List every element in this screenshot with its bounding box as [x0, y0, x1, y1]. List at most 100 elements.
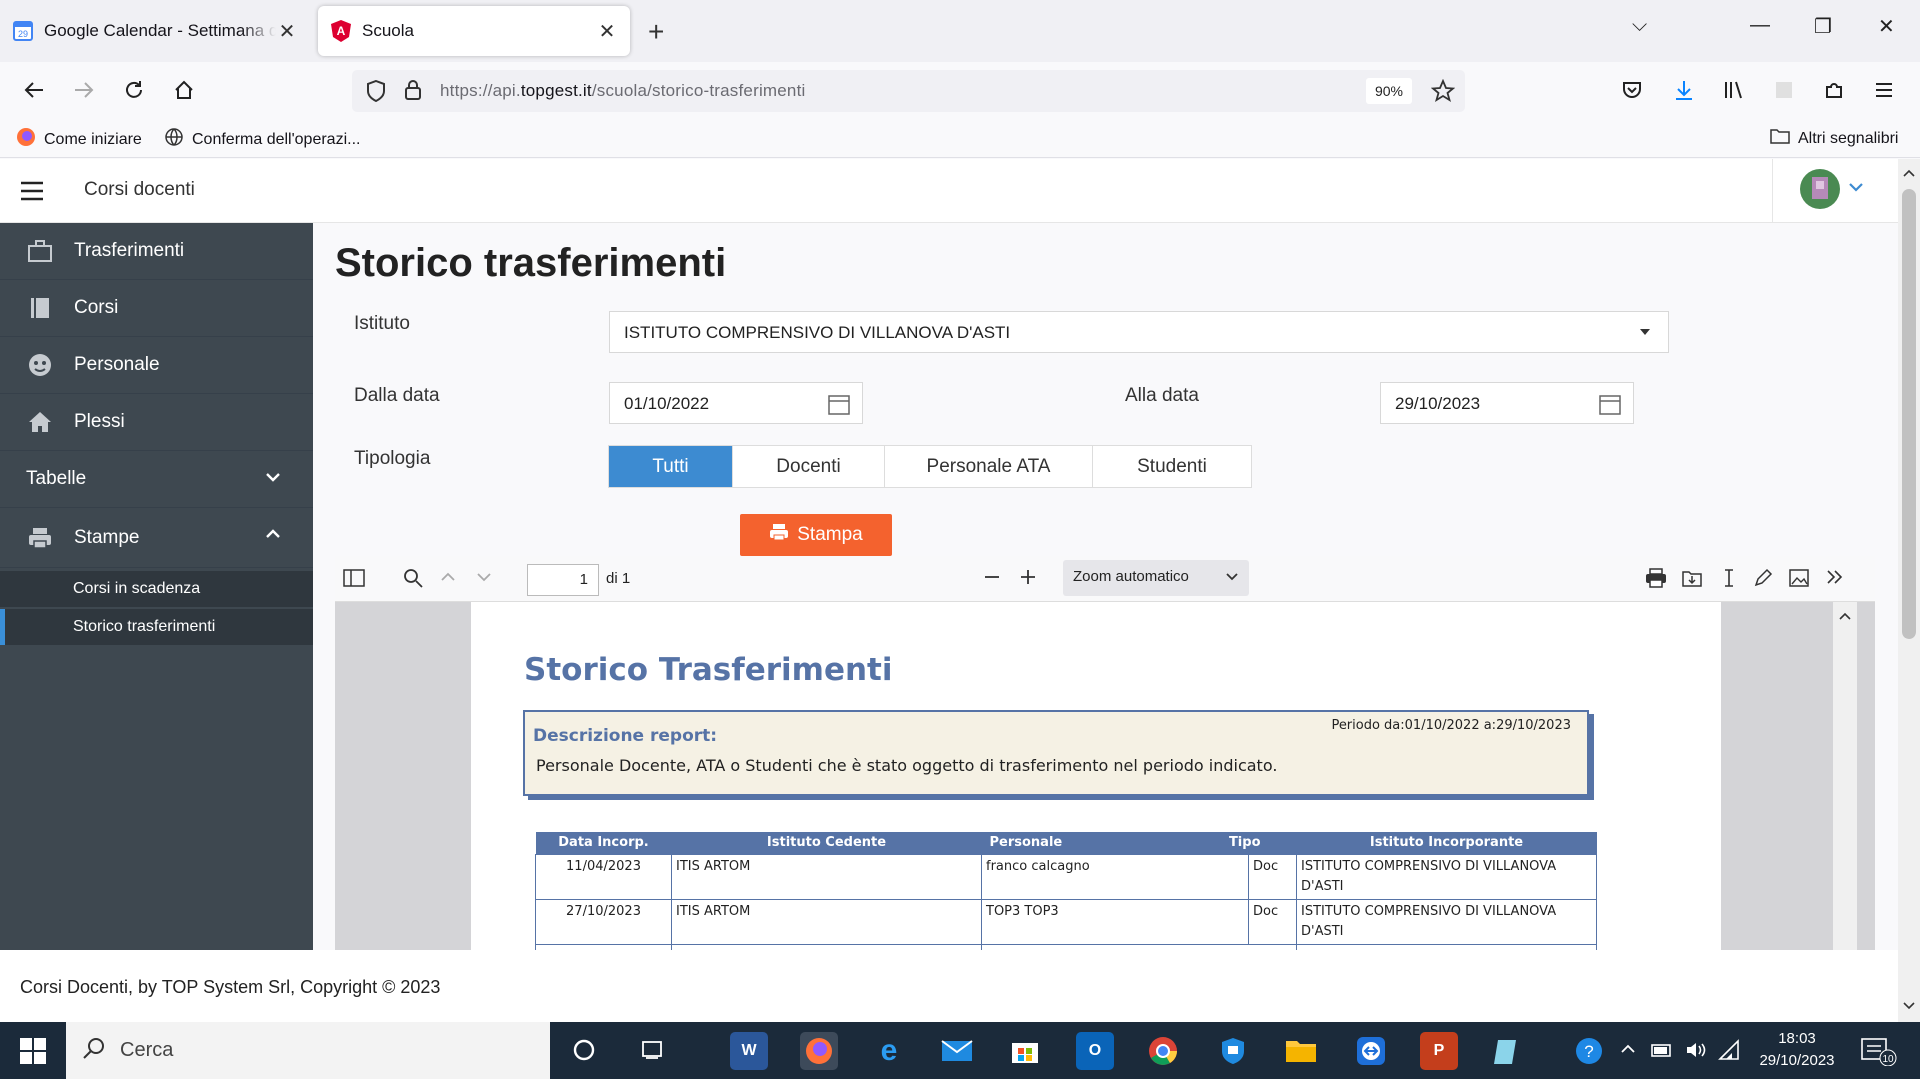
tipologia-option-docenti[interactable]: Docenti	[733, 446, 885, 487]
back-icon[interactable]	[18, 74, 50, 106]
avatar[interactable]	[1800, 169, 1840, 214]
teamviewer-icon[interactable]	[1352, 1032, 1390, 1070]
chevron-down-icon[interactable]	[1848, 180, 1864, 198]
tipologia-option-tutti[interactable]: Tutti	[609, 446, 733, 487]
bookmark-conferma[interactable]: Conferma dell'operazi...	[164, 127, 360, 152]
url-bar[interactable]: https://api.topgest.it/scuola/storico-tr…	[352, 70, 1465, 112]
tipologia-option-studenti[interactable]: Studenti	[1093, 446, 1251, 487]
tipologia-option-personale-ata[interactable]: Personale ATA	[885, 446, 1093, 487]
download-icon[interactable]	[1668, 74, 1700, 106]
bookmark-come-iniziare[interactable]: Come iniziare	[16, 127, 142, 152]
close-icon[interactable]: ✕	[596, 19, 618, 44]
alla-data-input[interactable]: 29/10/2023	[1380, 382, 1634, 424]
star-icon[interactable]	[1430, 78, 1456, 108]
chevron-up-icon[interactable]	[439, 568, 457, 590]
notification-icon[interactable]: 10	[1860, 1036, 1900, 1071]
sidebar-subitem-storico-trasferimenti[interactable]: Storico trasferimenti	[0, 609, 313, 645]
scrollbar-thumb[interactable]	[1902, 189, 1916, 639]
bookmark-altri[interactable]: Altri segnalibri	[1770, 127, 1898, 150]
cortana-icon[interactable]	[572, 1038, 596, 1067]
zoom-select[interactable]: Zoom automatico	[1063, 560, 1249, 596]
menu-icon[interactable]	[1868, 74, 1900, 106]
shield-icon[interactable]	[366, 79, 386, 107]
print-icon[interactable]	[1645, 568, 1667, 592]
outlook-icon[interactable]: O	[1076, 1032, 1114, 1070]
word-icon[interactable]: W	[730, 1032, 768, 1070]
task-view-icon[interactable]	[640, 1038, 664, 1067]
chevron-up-icon[interactable]	[1620, 1042, 1636, 1060]
defender-icon[interactable]	[1214, 1032, 1252, 1070]
battery-icon[interactable]	[1650, 1040, 1674, 1065]
system-clock[interactable]: 18:03 29/10/2023	[1752, 1028, 1842, 1072]
chevron-down-icon[interactable]	[1903, 998, 1915, 1016]
close-icon[interactable]: ✕	[276, 19, 298, 44]
book-icon	[26, 294, 54, 322]
library-icon[interactable]	[1718, 74, 1750, 106]
zoom-in-icon[interactable]	[1019, 568, 1037, 590]
sidebar-item-trasferimenti[interactable]: Trasferimenti	[0, 223, 313, 280]
tab-google-calendar[interactable]: 29 Google Calendar - Settimana di ✕	[0, 6, 310, 56]
firefox-icon[interactable]	[800, 1032, 838, 1070]
lock-icon[interactable]	[404, 79, 422, 106]
chrome-icon[interactable]	[1144, 1032, 1182, 1070]
pdf-scrollbar[interactable]	[1833, 602, 1857, 950]
sidebar-subitem-corsi-in-scadenza[interactable]: Corsi in scadenza	[0, 571, 313, 607]
page-scrollbar[interactable]	[1898, 159, 1920, 1022]
sidebar-group-stampe[interactable]: Stampe	[0, 508, 313, 568]
text-cursor-icon[interactable]	[1721, 568, 1737, 592]
printer-icon	[26, 524, 54, 552]
zoom-badge[interactable]: 90%	[1366, 78, 1412, 104]
chevron-up-icon[interactable]	[1838, 608, 1852, 626]
sidebar-toggle-icon[interactable]	[343, 568, 365, 592]
window-close-icon[interactable]: ✕	[1878, 14, 1895, 39]
zoom-out-icon[interactable]	[983, 568, 1001, 590]
wifi-icon[interactable]	[1718, 1039, 1742, 1066]
speaker-icon[interactable]	[1684, 1039, 1708, 1066]
search-icon[interactable]	[403, 568, 423, 592]
forward-icon[interactable]	[68, 74, 100, 106]
tipologia-segmented: Tutti Docenti Personale ATA Studenti	[608, 445, 1252, 488]
page-number-input[interactable]: 1	[527, 564, 599, 596]
sidebar-item-corsi[interactable]: Corsi	[0, 280, 313, 337]
file-explorer-icon[interactable]	[1282, 1032, 1320, 1070]
store-icon[interactable]	[1006, 1032, 1044, 1070]
chevron-down-icon	[1225, 570, 1239, 587]
help-icon[interactable]: ?	[1574, 1036, 1604, 1071]
chevron-down-icon[interactable]	[475, 568, 493, 590]
windows-start-icon[interactable]	[20, 1038, 46, 1069]
chevron-up-icon[interactable]	[1903, 165, 1915, 183]
sidebar-item-plessi[interactable]: Plessi	[0, 394, 313, 451]
extension-icon[interactable]	[1768, 74, 1800, 106]
notepad-icon[interactable]	[1488, 1032, 1526, 1070]
calendar-icon[interactable]	[1599, 393, 1621, 420]
calendar-icon[interactable]	[828, 393, 850, 420]
stampa-button[interactable]: Stampa	[740, 514, 892, 556]
url-text[interactable]: https://api.topgest.it/scuola/storico-tr…	[440, 81, 806, 101]
home-icon[interactable]	[168, 74, 200, 106]
reload-icon[interactable]	[118, 74, 150, 106]
sidebar-group-tabelle[interactable]: Tabelle	[0, 451, 313, 508]
pocket-icon[interactable]	[1616, 74, 1648, 106]
minimize-icon[interactable]: —	[1750, 14, 1770, 37]
tab-scuola[interactable]: A Scuola ✕	[318, 6, 630, 56]
new-tab-icon[interactable]: +	[648, 16, 664, 48]
pencil-icon[interactable]	[1753, 568, 1773, 592]
table-cell: franco calcagno Doc	[981, 853, 1297, 900]
image-icon[interactable]	[1789, 568, 1809, 592]
puzzle-icon[interactable]	[1818, 74, 1850, 106]
save-icon[interactable]	[1681, 568, 1703, 592]
powerpoint-icon[interactable]: P	[1420, 1032, 1458, 1070]
restore-icon[interactable]: ❐	[1814, 14, 1832, 39]
taskbar-search[interactable]: Cerca	[66, 1022, 550, 1079]
double-chevron-right-icon[interactable]	[1825, 568, 1845, 590]
pdf-viewer[interactable]: Storico Trasferimenti Periodo da:01/10/2…	[335, 602, 1875, 950]
edge-icon[interactable]: e	[870, 1032, 908, 1070]
bookmarks-bar: Come iniziare Conferma dell'operazi... A…	[0, 118, 1920, 158]
page-total: di 1	[606, 570, 631, 587]
dalla-data-input[interactable]: 01/10/2022	[609, 382, 863, 424]
hamburger-icon[interactable]	[20, 180, 44, 207]
mail-icon[interactable]	[938, 1032, 976, 1070]
sidebar-item-personale[interactable]: Personale	[0, 337, 313, 394]
tab-list-icon[interactable]: ⌵	[1632, 14, 1647, 37]
istituto-select[interactable]: ISTITUTO COMPRENSIVO DI VILLANOVA D'ASTI	[609, 311, 1669, 353]
